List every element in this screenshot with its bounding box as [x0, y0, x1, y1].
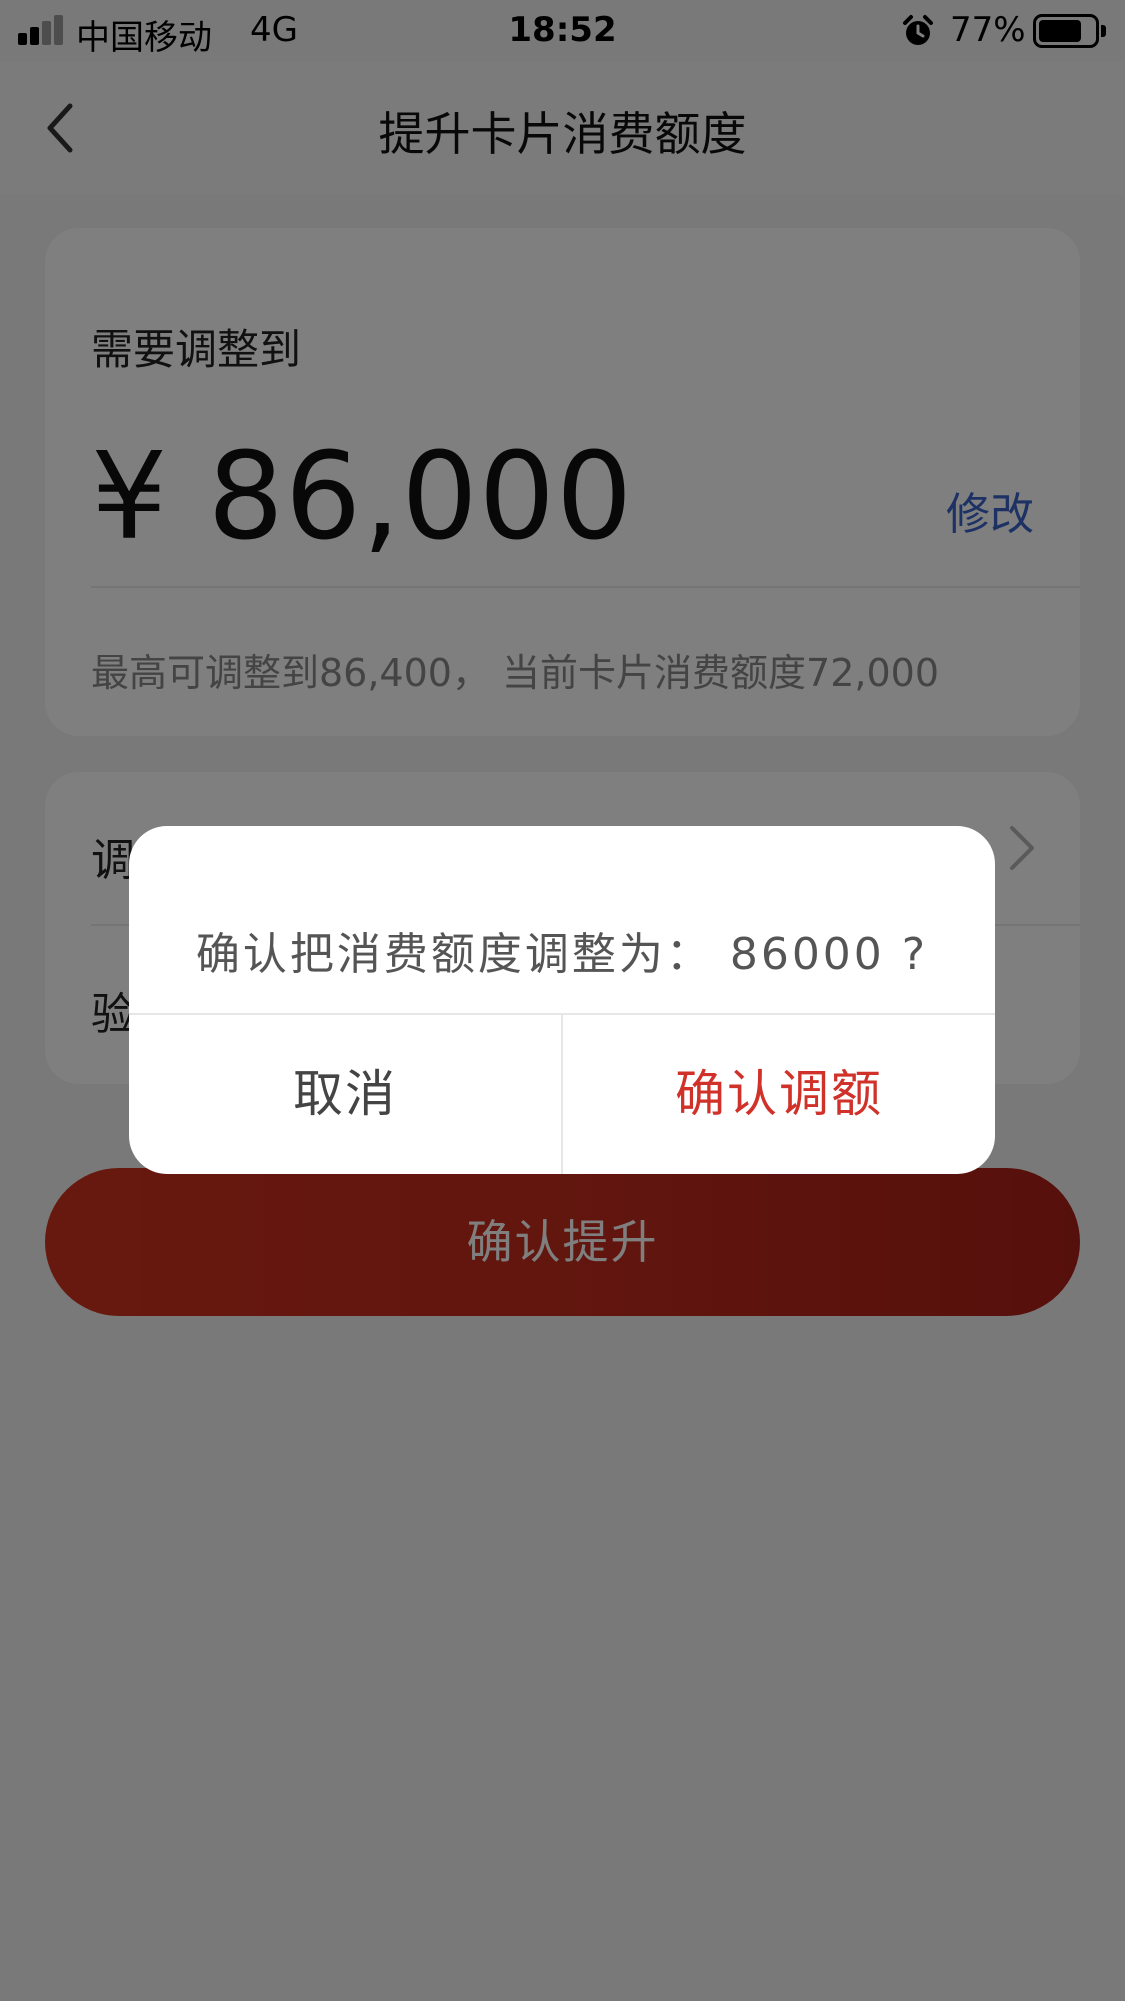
confirm-adjust-button[interactable]: 确认调额 [563, 1015, 995, 1174]
cancel-button[interactable]: 取消 [129, 1015, 561, 1174]
dialog-message: 确认把消费额度调整为： 86000 ? [195, 929, 929, 980]
confirm-dialog: 确认把消费额度调整为： 86000 ? 取消 确认调额 [129, 826, 995, 1174]
screen: 中国移动 4G 18:52 77% 提升卡片消费额度 需要调整到 ¥ 86,00… [0, 0, 1125, 2001]
